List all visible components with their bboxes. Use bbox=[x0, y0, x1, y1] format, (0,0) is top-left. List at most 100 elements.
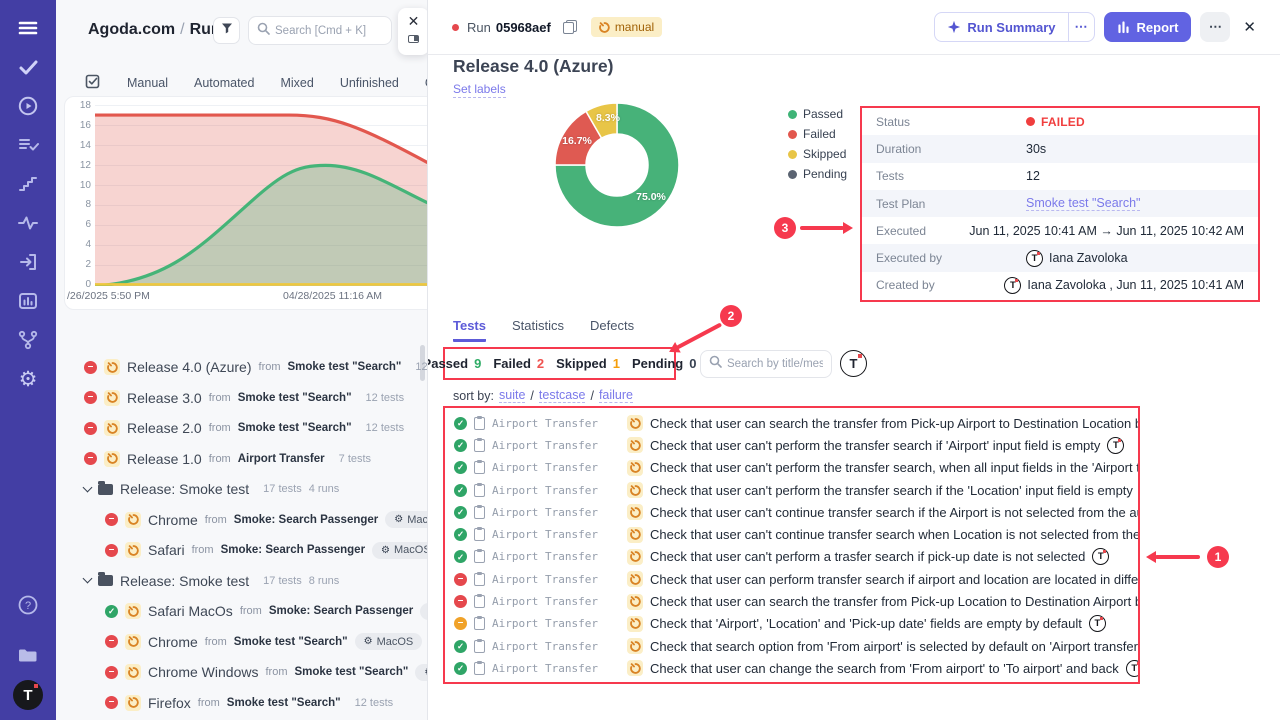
testomat-logo[interactable]: T bbox=[13, 680, 43, 710]
gear-icon: ⚙ bbox=[364, 636, 373, 647]
test-row[interactable]: Airport Transfer Check that search optio… bbox=[445, 635, 1138, 657]
runs-filter-tab[interactable]: Automated bbox=[194, 76, 254, 90]
test-row[interactable]: Airport Transfer Check that user can sea… bbox=[445, 590, 1138, 612]
count-filter[interactable]: Failed 2 bbox=[493, 356, 544, 371]
copy-icon[interactable] bbox=[563, 20, 577, 34]
env-badge: ⚙MacOS bbox=[355, 633, 423, 650]
sort-by-testcase[interactable]: testcase bbox=[539, 388, 586, 403]
run-summary-button[interactable]: Run Summary bbox=[935, 13, 1067, 41]
run-list-item[interactable]: Release: Smoke test 17 tests 4 runs bbox=[56, 474, 428, 505]
run-source: Smoke: Search Passenger bbox=[234, 514, 378, 526]
analytics-report-icon[interactable] bbox=[14, 287, 42, 315]
tasks-check-icon[interactable] bbox=[14, 53, 42, 81]
run-title: Release 4.0 (Azure) bbox=[127, 359, 252, 375]
settings-gear-icon[interactable]: ⚙ bbox=[14, 365, 42, 393]
legend-item[interactable]: Failed bbox=[788, 127, 847, 141]
run-list-item[interactable]: Release: Smoke test 17 tests 8 runs bbox=[56, 566, 428, 597]
test-row[interactable]: Airport Transfer Check that user can't p… bbox=[445, 479, 1138, 501]
search-input[interactable] bbox=[275, 25, 383, 37]
checklist-icon[interactable] bbox=[84, 72, 101, 94]
test-row[interactable]: Airport Transfer Check that user can sea… bbox=[445, 412, 1138, 434]
import-signin-icon[interactable] bbox=[14, 248, 42, 276]
more-actions-button[interactable]: ⋯ bbox=[1200, 12, 1230, 42]
from-label: from bbox=[209, 392, 231, 404]
runs-filter-tab[interactable]: Mixed bbox=[280, 76, 313, 90]
breadcrumb: Agoda.com/Runs bbox=[88, 21, 230, 39]
milestones-steps-icon[interactable] bbox=[14, 170, 42, 198]
test-row[interactable]: Airport Transfer Check that user can't c… bbox=[445, 523, 1138, 545]
run-list-item[interactable]: Chrome Windows from Smoke test "Search" … bbox=[56, 657, 428, 688]
run-list-icon[interactable] bbox=[14, 131, 42, 159]
activity-pulse-icon[interactable] bbox=[14, 209, 42, 237]
x-tick-label-mid: 04/28/2025 11:16 AM bbox=[283, 290, 382, 302]
run-list-item[interactable]: Chrome from Smoke: Search Passenger ⚙Mac… bbox=[56, 505, 428, 536]
run-list-item[interactable]: Firefox from Smoke test "Search" 12 test… bbox=[56, 688, 428, 719]
detail-tab[interactable]: Defects bbox=[590, 318, 634, 342]
y-tick-label: 18 bbox=[80, 100, 91, 111]
manual-run-icon bbox=[627, 527, 643, 543]
legend-item[interactable]: Skipped bbox=[788, 147, 847, 161]
status-row-value[interactable]: Smoke test "Search" bbox=[1026, 196, 1140, 211]
suite-name: Airport Transfer bbox=[492, 640, 620, 653]
branches-icon[interactable] bbox=[14, 326, 42, 354]
legend-item[interactable]: Passed bbox=[788, 107, 847, 121]
run-list-item[interactable]: Release 1.0 from Airport Transfer 7 test… bbox=[56, 444, 428, 475]
count-filter[interactable]: Skipped 1 bbox=[556, 356, 620, 371]
detail-tab[interactable]: Tests bbox=[453, 318, 486, 342]
count-filter[interactable]: Pending 0 bbox=[632, 356, 697, 371]
test-row[interactable]: Airport Transfer Check that user can't p… bbox=[445, 457, 1138, 479]
menu-icon[interactable] bbox=[14, 14, 42, 42]
run-list-item[interactable]: Release 4.0 (Azure) from Smoke test "Sea… bbox=[56, 352, 428, 383]
filter-button[interactable] bbox=[213, 17, 240, 44]
runs-panel: Agoda.com/Runs ✕ Manual Automated Mixed Unf… bbox=[56, 0, 428, 720]
sort-by-failure[interactable]: failure bbox=[599, 388, 633, 403]
count-filter[interactable]: Passed 9 bbox=[423, 356, 482, 371]
runs-filter-tab[interactable]: Manual bbox=[127, 76, 168, 90]
status-row-value: Jun 11, 2025 10:41 AM → Jun 11, 2025 10:… bbox=[969, 224, 1244, 238]
tests-search-input[interactable] bbox=[727, 358, 823, 370]
projects-folder-icon[interactable] bbox=[14, 641, 42, 669]
detail-tab[interactable]: Statistics bbox=[512, 318, 564, 342]
suite-name: Airport Transfer bbox=[492, 461, 620, 474]
set-labels-link[interactable]: Set labels bbox=[453, 82, 506, 98]
assignee-avatar-button[interactable]: T bbox=[840, 350, 867, 377]
manual-run-icon bbox=[627, 616, 643, 632]
test-title: Check that user can't perform a trasfer … bbox=[650, 549, 1085, 564]
run-status-icon bbox=[84, 422, 97, 435]
sort-by-suite[interactable]: suite bbox=[499, 388, 525, 403]
manual-run-icon bbox=[627, 638, 643, 654]
runs-play-icon[interactable] bbox=[14, 92, 42, 120]
run-list-item[interactable]: Safari MacOs from Smoke: Search Passenge… bbox=[56, 596, 428, 627]
test-row[interactable]: Airport Transfer Check that 'Airport', '… bbox=[445, 613, 1138, 635]
run-list-item[interactable]: Safari from Smoke: Search Passenger ⚙Mac… bbox=[56, 535, 428, 566]
run-summary-more-button[interactable]: ⋯ bbox=[1068, 13, 1094, 41]
test-row[interactable]: Airport Transfer Check that user can't c… bbox=[445, 501, 1138, 523]
run-list-item[interactable]: Release 3.0 from Smoke test "Search" 12 … bbox=[56, 383, 428, 414]
report-button[interactable]: Report bbox=[1104, 12, 1192, 42]
test-row[interactable]: Airport Transfer Check that user can't p… bbox=[445, 546, 1138, 568]
test-status-icon bbox=[454, 595, 467, 608]
test-row[interactable]: Airport Transfer Check that user can cha… bbox=[445, 657, 1138, 679]
dock-panel-icon[interactable] bbox=[408, 35, 419, 43]
breadcrumb-project[interactable]: Agoda.com bbox=[88, 21, 175, 38]
manual-run-icon bbox=[125, 512, 141, 528]
run-list: Release 4.0 (Azure) from Smoke test "Sea… bbox=[56, 352, 428, 720]
run-title: Safari MacOs bbox=[148, 603, 233, 619]
legend-dot-icon bbox=[788, 150, 797, 159]
runs-filter-tab[interactable]: Unfinished bbox=[340, 76, 399, 90]
test-status-icon bbox=[454, 617, 467, 630]
test-row[interactable]: Airport Transfer Check that user can't p… bbox=[445, 434, 1138, 456]
run-list-item[interactable]: Chrome from Smoke test "Search" ⚙MacOS⚙C… bbox=[56, 627, 428, 658]
runs-filter-tabs: Manual Automated Mixed Unfinished Groups bbox=[84, 72, 428, 94]
run-list-item[interactable]: Release 2.0 from Smoke test "Search" 12 … bbox=[56, 413, 428, 444]
help-icon[interactable]: ? bbox=[14, 591, 42, 619]
close-run-icon[interactable]: ✕ bbox=[1243, 18, 1256, 36]
close-icon[interactable]: ✕ bbox=[408, 14, 420, 28]
legend-item[interactable]: Pending bbox=[788, 167, 847, 181]
manual-run-icon bbox=[125, 603, 141, 619]
chevron-down-icon[interactable] bbox=[83, 574, 93, 584]
runs-filter-tab[interactable]: Groups bbox=[425, 76, 428, 90]
run-id: 05968aef bbox=[496, 20, 551, 35]
test-row[interactable]: Airport Transfer Check that user can per… bbox=[445, 568, 1138, 590]
chevron-down-icon[interactable] bbox=[83, 482, 93, 492]
